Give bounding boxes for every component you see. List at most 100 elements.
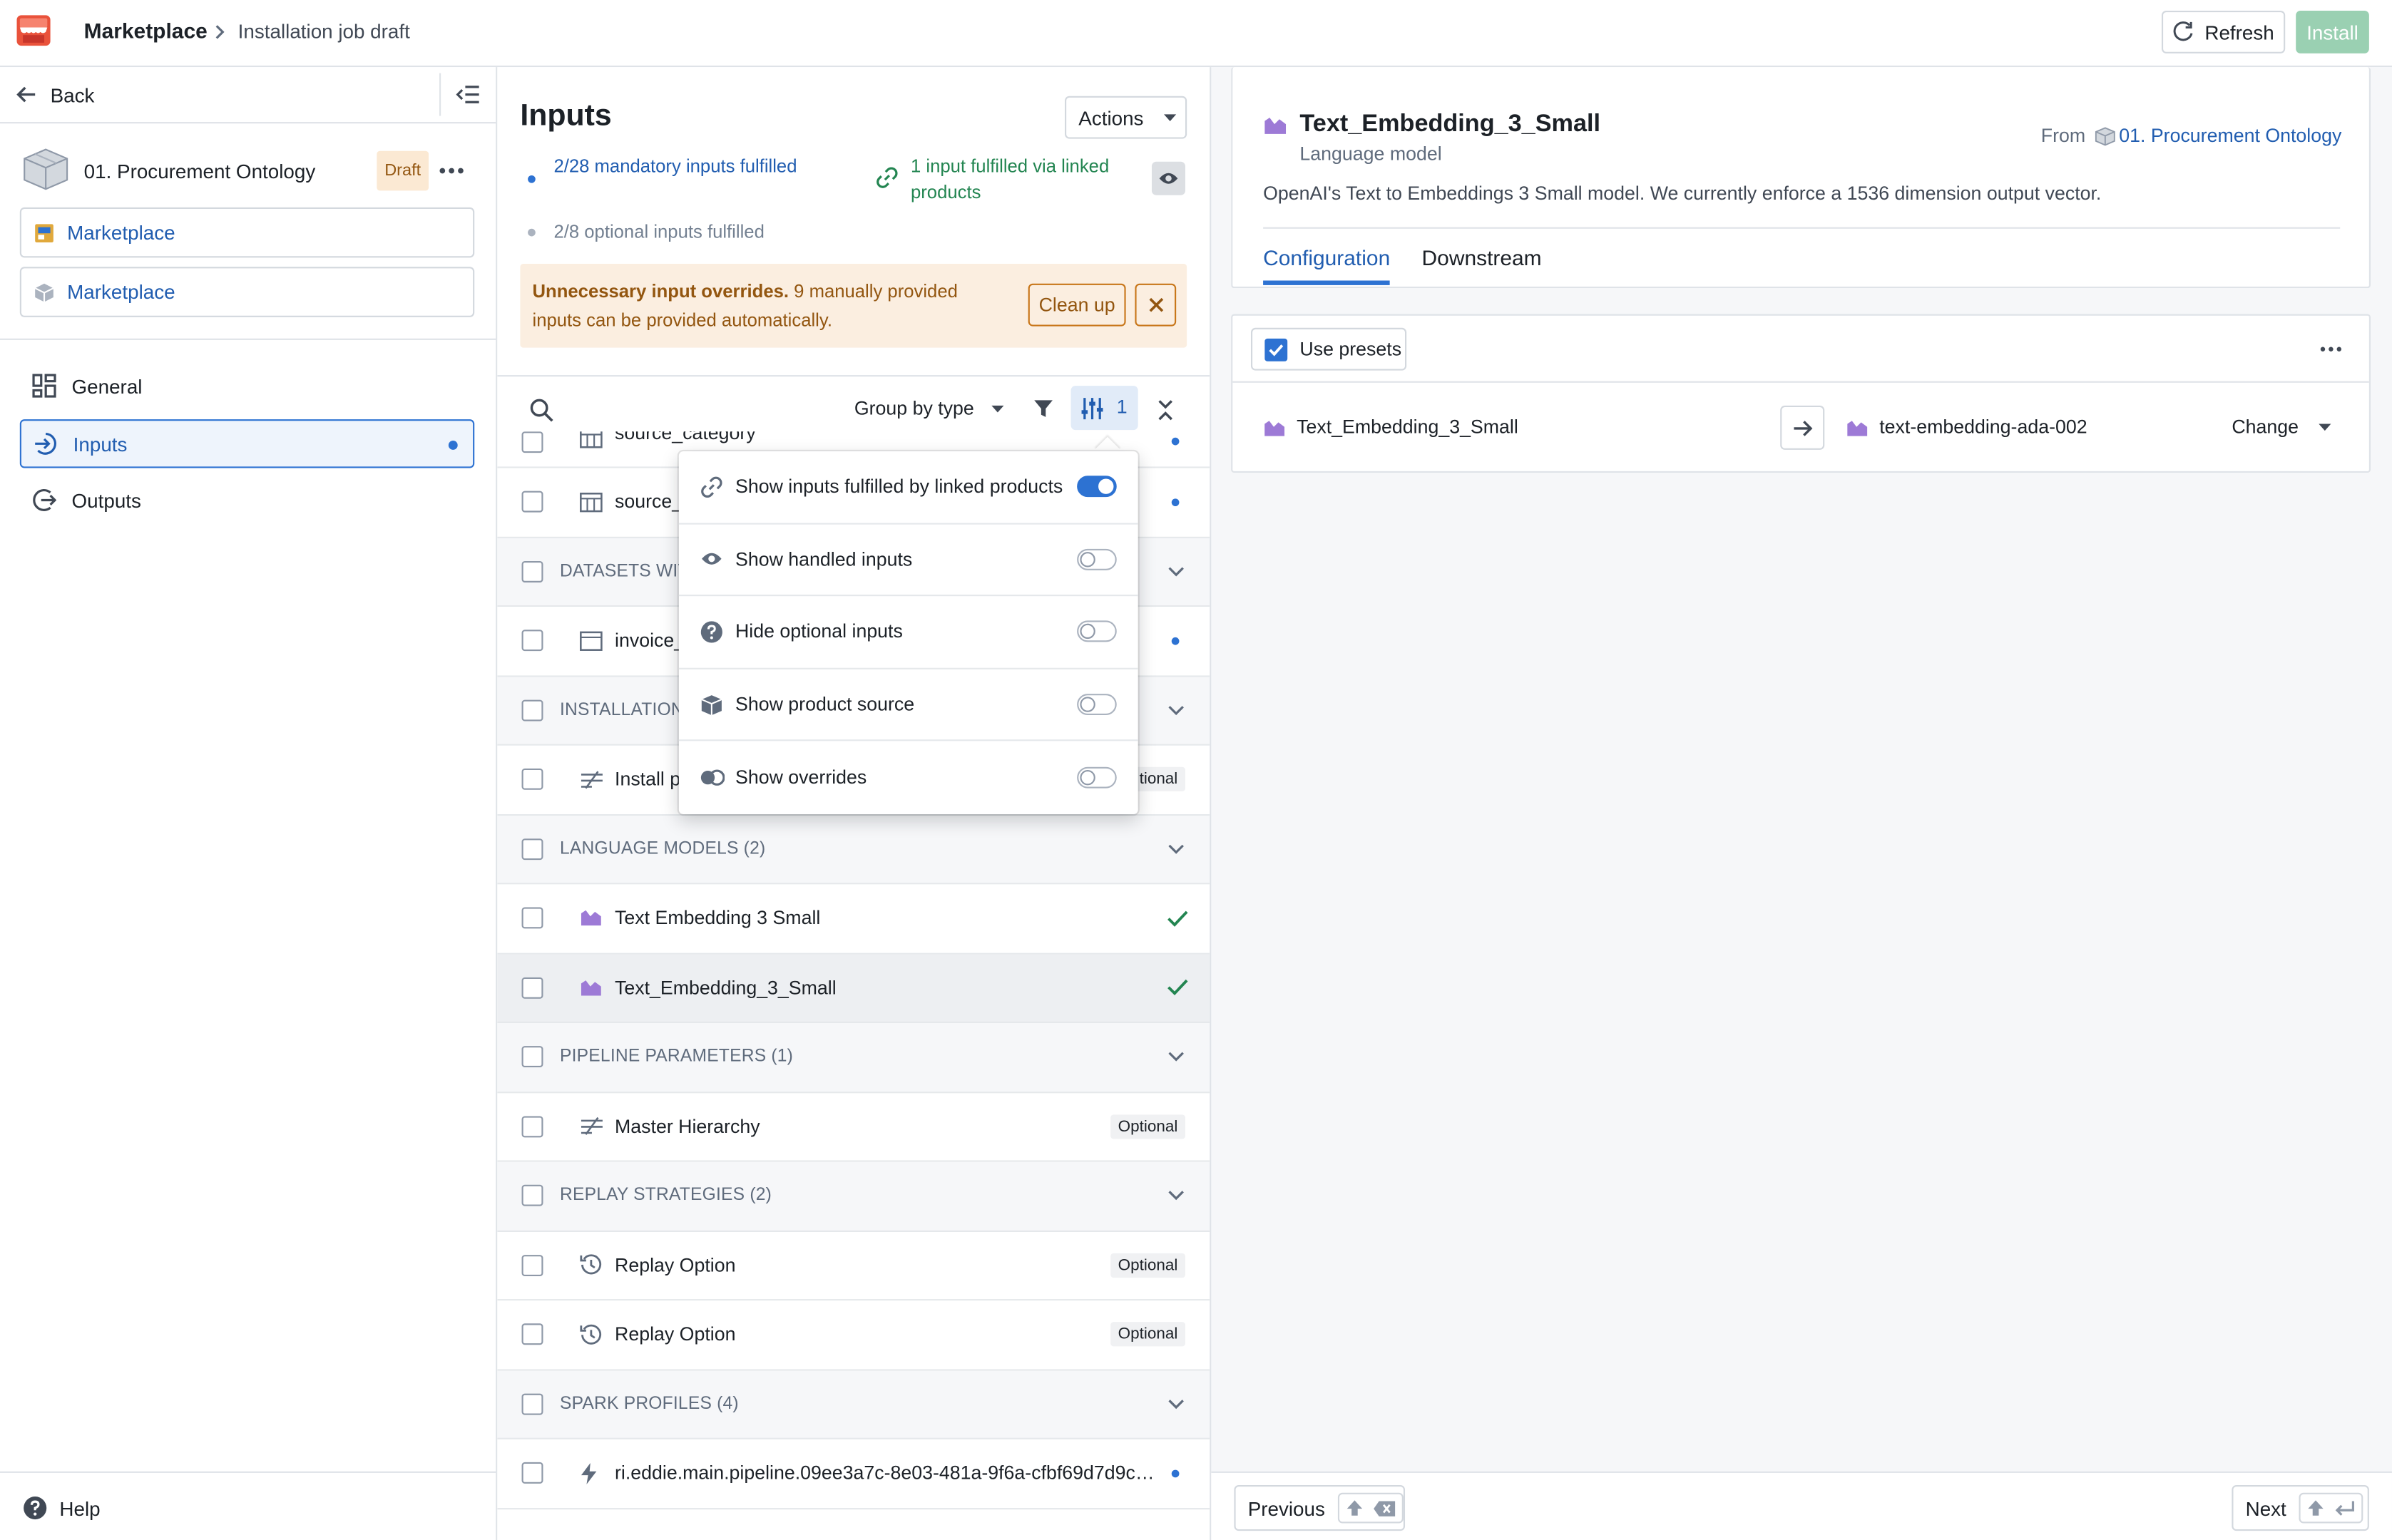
marketplace-link-2[interactable]: Marketplace: [19, 267, 475, 317]
group-header-spark-profiles[interactable]: SPARK PROFILES (4): [497, 1370, 1210, 1439]
tab-configuration[interactable]: Configuration: [1263, 245, 1391, 285]
more-options-icon[interactable]: [438, 157, 466, 184]
group-header-pipeline-parameters[interactable]: PIPELINE PARAMETERS (1): [497, 1023, 1210, 1093]
chevron-down-icon[interactable]: [1167, 1190, 1185, 1202]
marketplace-link-1[interactable]: Marketplace: [19, 207, 475, 258]
row-checkbox[interactable]: [521, 491, 543, 513]
language-model-icon: [1263, 419, 1286, 438]
change-dropdown[interactable]: Change: [2232, 416, 2332, 438]
menu-item-label: Show inputs fulfilled by linked products: [735, 476, 1063, 498]
linked-status[interactable]: 1 input fulfilled via linked products: [911, 154, 1140, 206]
refresh-button[interactable]: Refresh: [2161, 10, 2286, 53]
language-model-icon: [580, 909, 603, 928]
install-button[interactable]: Install: [2296, 10, 2369, 53]
list-item[interactable]: ri.eddie.main.pipeline.09ee3a7c-8e03-481…: [497, 1439, 1210, 1509]
linked-products-toggle[interactable]: [1077, 476, 1117, 498]
source-product: From 01. Procurement Ontology: [2041, 125, 2342, 146]
chevron-down-icon[interactable]: [1167, 843, 1185, 855]
row-label: Master Hierarchy: [615, 1115, 760, 1137]
marketplace-link-label: Marketplace: [67, 221, 175, 245]
nav-inputs-label: Inputs: [73, 432, 128, 456]
product-package-icon: [2095, 125, 2116, 145]
use-presets-checkbox[interactable]: Use presets: [1250, 327, 1407, 371]
more-options-icon[interactable]: [2319, 337, 2343, 361]
link-icon: [876, 166, 899, 189]
menu-item-label: Show handled inputs: [735, 548, 913, 570]
back-button[interactable]: Back: [15, 81, 94, 108]
history-icon: [580, 1323, 603, 1346]
hide-optional-toggle[interactable]: [1077, 621, 1117, 643]
row-checkbox[interactable]: [521, 1462, 543, 1484]
menu-item-label: Hide optional inputs: [735, 621, 903, 643]
menu-item-product-source[interactable]: Show product source: [678, 669, 1138, 742]
collapse-all-icon[interactable]: [1155, 399, 1176, 421]
nav-inputs[interactable]: Inputs: [19, 419, 475, 468]
row-checkbox[interactable]: [521, 838, 543, 860]
row-checkbox[interactable]: [521, 908, 543, 929]
row-checkbox[interactable]: [521, 1254, 543, 1276]
nav-outputs[interactable]: Outputs: [20, 476, 474, 524]
menu-item-linked-products[interactable]: Show inputs fulfilled by linked products: [678, 451, 1138, 524]
warning-title: Unnecessary input overrides.: [532, 280, 789, 302]
optional-tag: tional: [1131, 767, 1186, 792]
group-label: PIPELINE PARAMETERS (1): [560, 1047, 794, 1067]
list-item[interactable]: Replay Option Optional: [497, 1300, 1210, 1370]
list-item[interactable]: Replay Option Optional: [497, 1231, 1210, 1301]
row-checkbox[interactable]: [521, 699, 543, 722]
clean-up-button[interactable]: Clean up: [1028, 283, 1126, 327]
list-item[interactable]: Master Hierarchy Optional: [497, 1092, 1210, 1162]
row-checkbox[interactable]: [521, 769, 543, 791]
row-checkbox[interactable]: [521, 630, 543, 652]
chevron-down-icon[interactable]: [1167, 1398, 1185, 1410]
enter-icon: [2334, 1499, 2355, 1516]
help-button[interactable]: Help: [23, 1496, 101, 1520]
chevron-down-icon[interactable]: [1167, 1051, 1185, 1063]
row-label: ri.eddie.main.pipeline.09ee3a7c-8e03-481…: [615, 1462, 1157, 1484]
row-checkbox[interactable]: [521, 1323, 543, 1345]
row-checkbox[interactable]: [521, 1046, 543, 1068]
row-checkbox[interactable]: [521, 1185, 543, 1207]
next-label: Next: [2245, 1497, 2286, 1520]
toggle-visibility-button[interactable]: [1151, 161, 1186, 195]
tab-downstream[interactable]: Downstream: [1422, 245, 1542, 270]
language-model-icon: [1263, 116, 1287, 136]
row-label: Text Embedding 3 Small: [615, 908, 821, 929]
row-checkbox[interactable]: [521, 560, 543, 582]
next-button[interactable]: Next: [2232, 1484, 2369, 1531]
search-icon[interactable]: [529, 398, 553, 422]
mandatory-status[interactable]: 2/28 mandatory inputs fulfilled: [553, 154, 797, 180]
from-product-link[interactable]: 01. Procurement Ontology: [2119, 125, 2341, 146]
caret-down-icon: [1162, 111, 1177, 123]
menu-item-hide-optional[interactable]: Hide optional inputs: [678, 597, 1138, 669]
nav-general[interactable]: General: [20, 361, 474, 410]
view-settings-button[interactable]: 1: [1070, 386, 1138, 431]
menu-item-handled-inputs[interactable]: Show handled inputs: [678, 524, 1138, 597]
row-checkbox[interactable]: [521, 431, 543, 453]
chevron-down-icon[interactable]: [1167, 565, 1185, 578]
list-item-selected[interactable]: Text_Embedding_3_Small: [497, 953, 1210, 1024]
row-checkbox[interactable]: [521, 977, 543, 999]
chevron-down-icon[interactable]: [1167, 704, 1185, 716]
group-label: LANGUAGE MODELS (2): [560, 839, 766, 858]
filter-icon[interactable]: [1033, 398, 1054, 419]
product-source-toggle[interactable]: [1077, 694, 1117, 716]
handled-inputs-toggle[interactable]: [1077, 548, 1117, 570]
group-header-replay-strategies[interactable]: REPLAY STRATEGIES (2): [497, 1161, 1210, 1231]
previous-button[interactable]: Previous: [1234, 1484, 1406, 1531]
collapse-sidebar-icon[interactable]: [456, 84, 481, 106]
app-title[interactable]: Marketplace: [84, 19, 208, 43]
group-header-language-models[interactable]: LANGUAGE MODELS (2): [497, 815, 1210, 885]
mapping-source: Text_Embedding_3_Small: [1297, 416, 1518, 438]
backspace-icon: [1373, 1499, 1396, 1516]
group-by-label: Group by type: [854, 398, 974, 420]
dashboard-icon: [32, 374, 56, 398]
presets-card: Use presets Text_Embedding_3_Small text-…: [1231, 314, 2371, 473]
row-checkbox[interactable]: [521, 1393, 543, 1415]
group-by-dropdown[interactable]: Group by type: [854, 398, 1005, 419]
row-checkbox[interactable]: [521, 1115, 543, 1137]
menu-item-overrides[interactable]: Show overrides: [679, 741, 1138, 814]
actions-dropdown[interactable]: Actions: [1065, 96, 1187, 139]
list-item[interactable]: Text Embedding 3 Small: [497, 884, 1210, 954]
overrides-toggle[interactable]: [1077, 767, 1117, 789]
dismiss-warning-button[interactable]: [1135, 283, 1177, 327]
